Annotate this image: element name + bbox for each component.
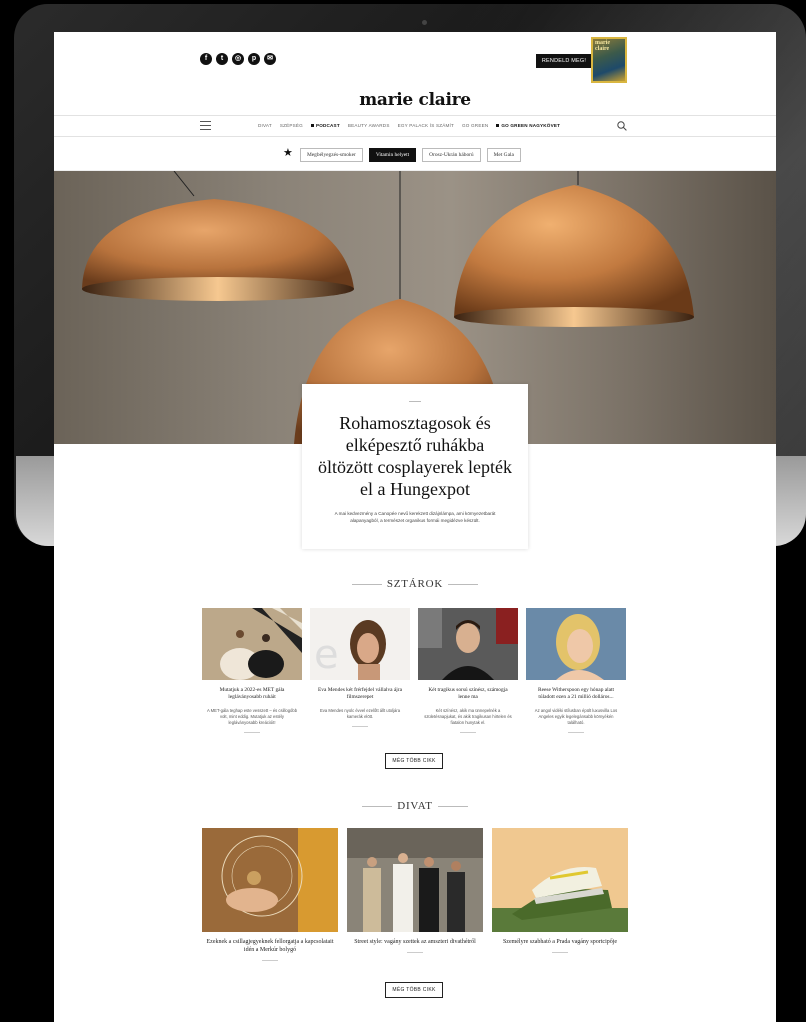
article-thumbnail[interactable]: [418, 608, 518, 680]
card-divider: [460, 732, 476, 733]
article-excerpt: Eva Mendes nyolc évvel ezelőtt állt utol…: [319, 708, 401, 719]
article-card[interactable]: Ezeknek a csillagjegyeknek fellorgatja a…: [202, 828, 338, 961]
nav-bullet-icon: [310, 124, 314, 128]
article-card[interactable]: Street style: vagány szettek az amszteri…: [347, 828, 483, 953]
main-navigation: DIVAT SZÉPSÉG PODCAST BEAUTY AWARDS EGY PALA…: [54, 115, 776, 137]
nav-item-label: PODCAST: [315, 123, 340, 128]
article-excerpt: A MET-gála teghap este vesszett – és csi…: [206, 708, 298, 725]
nav-item-1[interactable]: SZÉPSÉG: [280, 123, 303, 128]
tag-pill-3[interactable]: Met Gala: [486, 148, 521, 162]
site-logo[interactable]: marie claire: [54, 90, 776, 110]
star-icon: ★: [283, 147, 293, 159]
article-card[interactable]: Két tragikus sorsú színész, számogja len…: [418, 608, 518, 733]
article-thumbnail[interactable]: e: [310, 608, 410, 680]
nav-item-label: GO GREEN NAGYKÖVET: [501, 123, 561, 128]
article-card[interactable]: e Eva Mendes két frérfejdel vállalva ájr…: [310, 608, 410, 727]
hero-title[interactable]: Rohamosztagosok és elképesztő ruhákba öl…: [302, 412, 528, 500]
tag-pill-0[interactable]: Megbélyegzés-smoker: [300, 148, 363, 162]
nav-item-5[interactable]: GO GREEN: [462, 123, 488, 128]
hero-divider: [409, 401, 421, 402]
facebook-icon[interactable]: f: [200, 53, 212, 65]
nav-item-4[interactable]: EGY PALACK ÍS SZÁMÍT: [398, 123, 454, 128]
section-heading-stars: SZTÁROK: [54, 578, 776, 590]
hamburger-menu-icon[interactable]: [200, 121, 211, 130]
article-excerpt: Az angol vidéki stílusban épült luxusvil…: [534, 708, 618, 725]
article-thumbnail[interactable]: [347, 828, 483, 932]
nav-item-label: EGY PALACK ÍS SZÁMÍT: [397, 123, 455, 128]
instagram-icon[interactable]: ◎: [232, 53, 244, 65]
pinterest-icon[interactable]: p: [248, 53, 260, 65]
article-card[interactable]: Reese Witherspoon egy hónap alatt túlado…: [526, 608, 626, 733]
card-divider: [568, 732, 584, 733]
card-divider: [552, 952, 568, 953]
twitter-icon[interactable]: t: [216, 53, 228, 65]
tag-pill-2[interactable]: Orosz-Ukrán háború: [422, 148, 481, 162]
email-icon[interactable]: ✉: [264, 53, 276, 65]
article-title[interactable]: Reese Witherspoon egy hónap alatt túlado…: [526, 687, 626, 701]
article-card[interactable]: Személyre szabható a Prada vagány sportc…: [492, 828, 628, 953]
hero-lead: A mai kedvezmény a Canopée nevű kerekzet…: [334, 511, 496, 523]
hero-article-card[interactable]: Rohamosztagosok és elképesztő ruhákba öl…: [302, 384, 528, 549]
camera-lens: [422, 20, 427, 25]
article-title[interactable]: Személyre szabható a Prada vagány sportc…: [492, 938, 628, 946]
nav-items: DIVAT SZÉPSÉG PODCAST BEAUTY AWARDS EGY PALA…: [258, 123, 560, 128]
article-excerpt: Két színész, akik ma ünnepelnék a szület…: [424, 708, 512, 725]
search-icon[interactable]: [617, 121, 627, 131]
article-thumbnail[interactable]: [492, 828, 628, 932]
bezel-edge-right: [772, 456, 806, 546]
article-title[interactable]: Két tragikus sorsú színész, számogja len…: [418, 687, 518, 701]
nav-item-label: SZÉPSÉG: [279, 123, 303, 128]
nav-item-6[interactable]: GO GREEN NAGYKÖVET: [496, 123, 560, 128]
card-divider: [352, 726, 368, 727]
web-page: f t ◎ p ✉ RENDELD MEG! marie claire mari…: [54, 32, 776, 1022]
nav-item-0[interactable]: DIVAT: [258, 123, 272, 128]
nav-item-label: GO GREEN: [462, 123, 489, 128]
trending-tags-bar: ★ Megbélyegzés-smoker Vitamin helyett Oros…: [54, 137, 776, 171]
article-title[interactable]: Eva Mendes két frérfejdel vállalva ájra …: [310, 687, 410, 701]
magazine-cover-image[interactable]: marie claire: [591, 37, 627, 83]
article-thumbnail[interactable]: [202, 828, 338, 932]
article-thumbnail[interactable]: [526, 608, 626, 680]
article-title[interactable]: Mutatjuk a 2022-es MET gála legláványosa…: [202, 687, 302, 701]
more-articles-button-fashion[interactable]: MÉG TÖBB CIKK: [385, 982, 443, 998]
section-title-stars[interactable]: SZTÁROK: [387, 578, 443, 590]
card-divider: [244, 732, 260, 733]
magazine-title: marie claire: [595, 40, 610, 52]
section-title-fashion[interactable]: DIVAT: [397, 800, 433, 812]
nav-item-3[interactable]: BEAUTY AWARDS: [348, 123, 390, 128]
bezel-edge-left: [16, 456, 56, 546]
article-thumbnail[interactable]: [202, 608, 302, 680]
svg-text:e: e: [314, 632, 339, 678]
tag-pill-1[interactable]: Vitamin helyett: [368, 148, 417, 162]
article-title[interactable]: Ezeknek a csillagjegyeknek fellorgatja a…: [202, 938, 338, 954]
article-title[interactable]: Street style: vagány szettek az amszteri…: [347, 938, 483, 946]
article-card[interactable]: Mutatjuk a 2022-es MET gála legláványosa…: [202, 608, 302, 733]
nav-item-label: BEAUTY AWARDS: [347, 123, 390, 128]
nav-item-label: DIVAT: [258, 123, 272, 128]
section-heading-fashion: DIVAT: [54, 800, 776, 812]
trending-tags: Megbélyegzés-smoker Vitamin helyett Orosz-…: [300, 148, 521, 162]
more-articles-button-stars[interactable]: MÉG TÖBB CIKK: [385, 753, 443, 769]
order-button[interactable]: RENDELD MEG!: [536, 54, 592, 68]
card-divider: [407, 952, 423, 953]
top-bar: f t ◎ p ✉ RENDELD MEG! marie claire: [54, 32, 776, 86]
card-divider: [262, 960, 278, 961]
nav-item-2[interactable]: PODCAST: [310, 123, 340, 128]
nav-bullet-icon: [496, 124, 500, 128]
social-links: f t ◎ p ✉: [200, 53, 276, 65]
